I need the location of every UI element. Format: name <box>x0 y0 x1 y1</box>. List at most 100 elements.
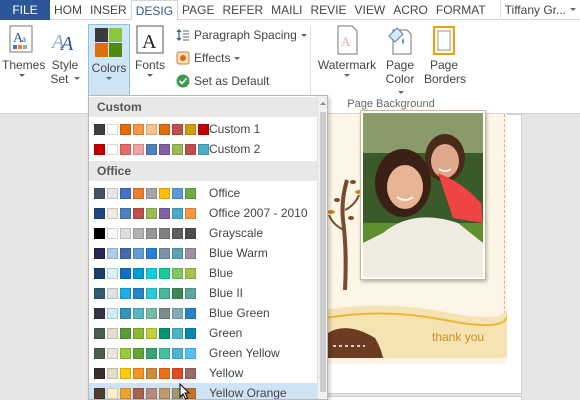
color-swatch <box>120 124 131 135</box>
svg-text:A: A <box>142 31 157 53</box>
paragraph-spacing-icon <box>176 28 190 42</box>
chevron-down-icon <box>398 91 404 97</box>
color-swatch <box>107 124 118 135</box>
dropdown-scrollbar[interactable] <box>317 96 327 399</box>
color-scheme-item[interactable]: Blue II <box>89 283 317 303</box>
color-swatch <box>159 248 170 259</box>
color-scheme-item[interactable]: Custom 2 <box>89 139 317 159</box>
color-swatch <box>185 188 196 199</box>
color-swatch <box>185 308 196 319</box>
tab-view[interactable]: VIEW <box>351 0 390 20</box>
color-scheme-item[interactable]: Custom 1 <box>89 119 317 139</box>
tree-decoration <box>327 179 363 290</box>
color-swatch <box>146 288 157 299</box>
tab-inser[interactable]: INSER <box>86 0 131 20</box>
color-swatch <box>94 368 105 379</box>
set-as-default-button[interactable]: Set as Default <box>176 73 269 89</box>
color-scheme-item[interactable]: Grayscale <box>89 223 317 243</box>
color-swatch <box>159 144 170 155</box>
tab-acro[interactable]: ACRO <box>389 0 432 20</box>
color-swatch <box>159 228 170 239</box>
page-color-button[interactable]: Page Color <box>380 24 420 100</box>
user-account-menu[interactable]: Tiffany Gr... <box>499 0 580 20</box>
chevron-down-icon <box>147 74 153 80</box>
tab-format[interactable]: FORMAT <box>432 0 490 20</box>
set-as-default-label: Set as Default <box>194 74 270 88</box>
tab-file[interactable]: FILE <box>0 0 50 20</box>
color-swatch <box>107 368 118 379</box>
card-wave-decoration <box>325 305 507 358</box>
color-scheme-label: Blue Warm <box>209 246 268 260</box>
scrollbar-thumb[interactable] <box>320 112 326 392</box>
paragraph-spacing-button[interactable]: Paragraph Spacing <box>176 27 307 43</box>
color-swatch <box>120 328 131 339</box>
color-swatch <box>133 328 144 339</box>
custom-section-header: Custom <box>89 97 317 117</box>
tab-page[interactable]: PAGE <box>178 0 218 20</box>
color-scheme-item[interactable]: Office <box>89 183 317 203</box>
tab-refer[interactable]: REFER <box>219 0 268 20</box>
color-swatch <box>107 188 118 199</box>
themes-button[interactable]: A a Themes <box>2 24 45 80</box>
ribbon-tab-bar: FILE HOM INSER DESIG PAGE REFER MAILI REVIE VIEW… <box>0 0 580 21</box>
color-swatch <box>146 248 157 259</box>
card-thank-you-text: thank you <box>432 330 485 344</box>
tab-maili[interactable]: MAILI <box>267 0 306 20</box>
color-scheme-item[interactable]: Blue <box>89 263 317 283</box>
color-scheme-label: Green <box>209 326 243 340</box>
color-scheme-item[interactable]: Yellow <box>89 363 317 383</box>
color-swatch <box>107 348 118 359</box>
chevron-down-icon <box>234 56 241 63</box>
color-scheme-item[interactable]: Blue Green <box>89 303 317 323</box>
color-swatch-strip <box>94 208 198 219</box>
color-swatch <box>94 348 105 359</box>
color-swatch <box>172 144 183 155</box>
scroll-up-icon[interactable] <box>320 99 326 105</box>
watermark-button[interactable]: A Watermark <box>316 24 378 80</box>
color-swatch <box>133 228 144 239</box>
color-swatch-strip <box>94 308 198 319</box>
color-swatch-strip <box>94 248 198 259</box>
fonts-icon: A <box>135 24 165 56</box>
color-swatch <box>120 144 131 155</box>
color-swatch <box>146 268 157 279</box>
color-swatch <box>133 248 144 259</box>
color-scheme-label: Custom 2 <box>209 142 261 156</box>
color-swatch <box>172 188 183 199</box>
color-scheme-label: Office <box>209 186 241 200</box>
color-scheme-label: Blue <box>209 266 234 280</box>
color-swatch <box>107 308 118 319</box>
style-set-button[interactable]: A A Style Set <box>46 24 84 86</box>
tab-hom[interactable]: HOM <box>50 0 86 20</box>
fonts-button[interactable]: A Fonts <box>132 24 168 80</box>
color-swatch <box>120 348 131 359</box>
color-swatch <box>133 208 144 219</box>
effects-button[interactable]: Effects <box>176 50 241 66</box>
color-scheme-item[interactable]: Yellow Orange <box>89 383 317 399</box>
color-swatch <box>146 124 157 135</box>
color-scheme-label: Grayscale <box>209 226 264 240</box>
color-swatch <box>185 144 196 155</box>
color-scheme-item[interactable]: Office 2007 - 2010 <box>89 203 317 223</box>
color-scheme-item[interactable]: Blue Warm <box>89 243 317 263</box>
color-swatch <box>133 388 144 399</box>
family-photo[interactable] <box>363 113 483 277</box>
tab-revie[interactable]: REVIE <box>307 0 351 20</box>
color-swatch <box>133 368 144 379</box>
color-swatch <box>159 308 170 319</box>
color-swatch <box>94 328 105 339</box>
tab-desig[interactable]: DESIG <box>130 0 179 21</box>
mouse-pointer-icon <box>179 383 191 400</box>
color-swatch <box>159 268 170 279</box>
page-borders-button[interactable]: Page Borders <box>424 24 466 86</box>
color-swatch <box>120 288 131 299</box>
color-scheme-item[interactable]: Green <box>89 323 317 343</box>
color-scheme-item[interactable]: Green Yellow <box>89 343 317 363</box>
color-swatch-strip <box>94 368 198 379</box>
color-swatch <box>172 208 183 219</box>
colors-button[interactable]: Colors <box>88 24 130 100</box>
color-swatch <box>172 288 183 299</box>
color-swatch-strip <box>94 348 198 359</box>
color-swatch <box>120 208 131 219</box>
color-swatch <box>107 248 118 259</box>
